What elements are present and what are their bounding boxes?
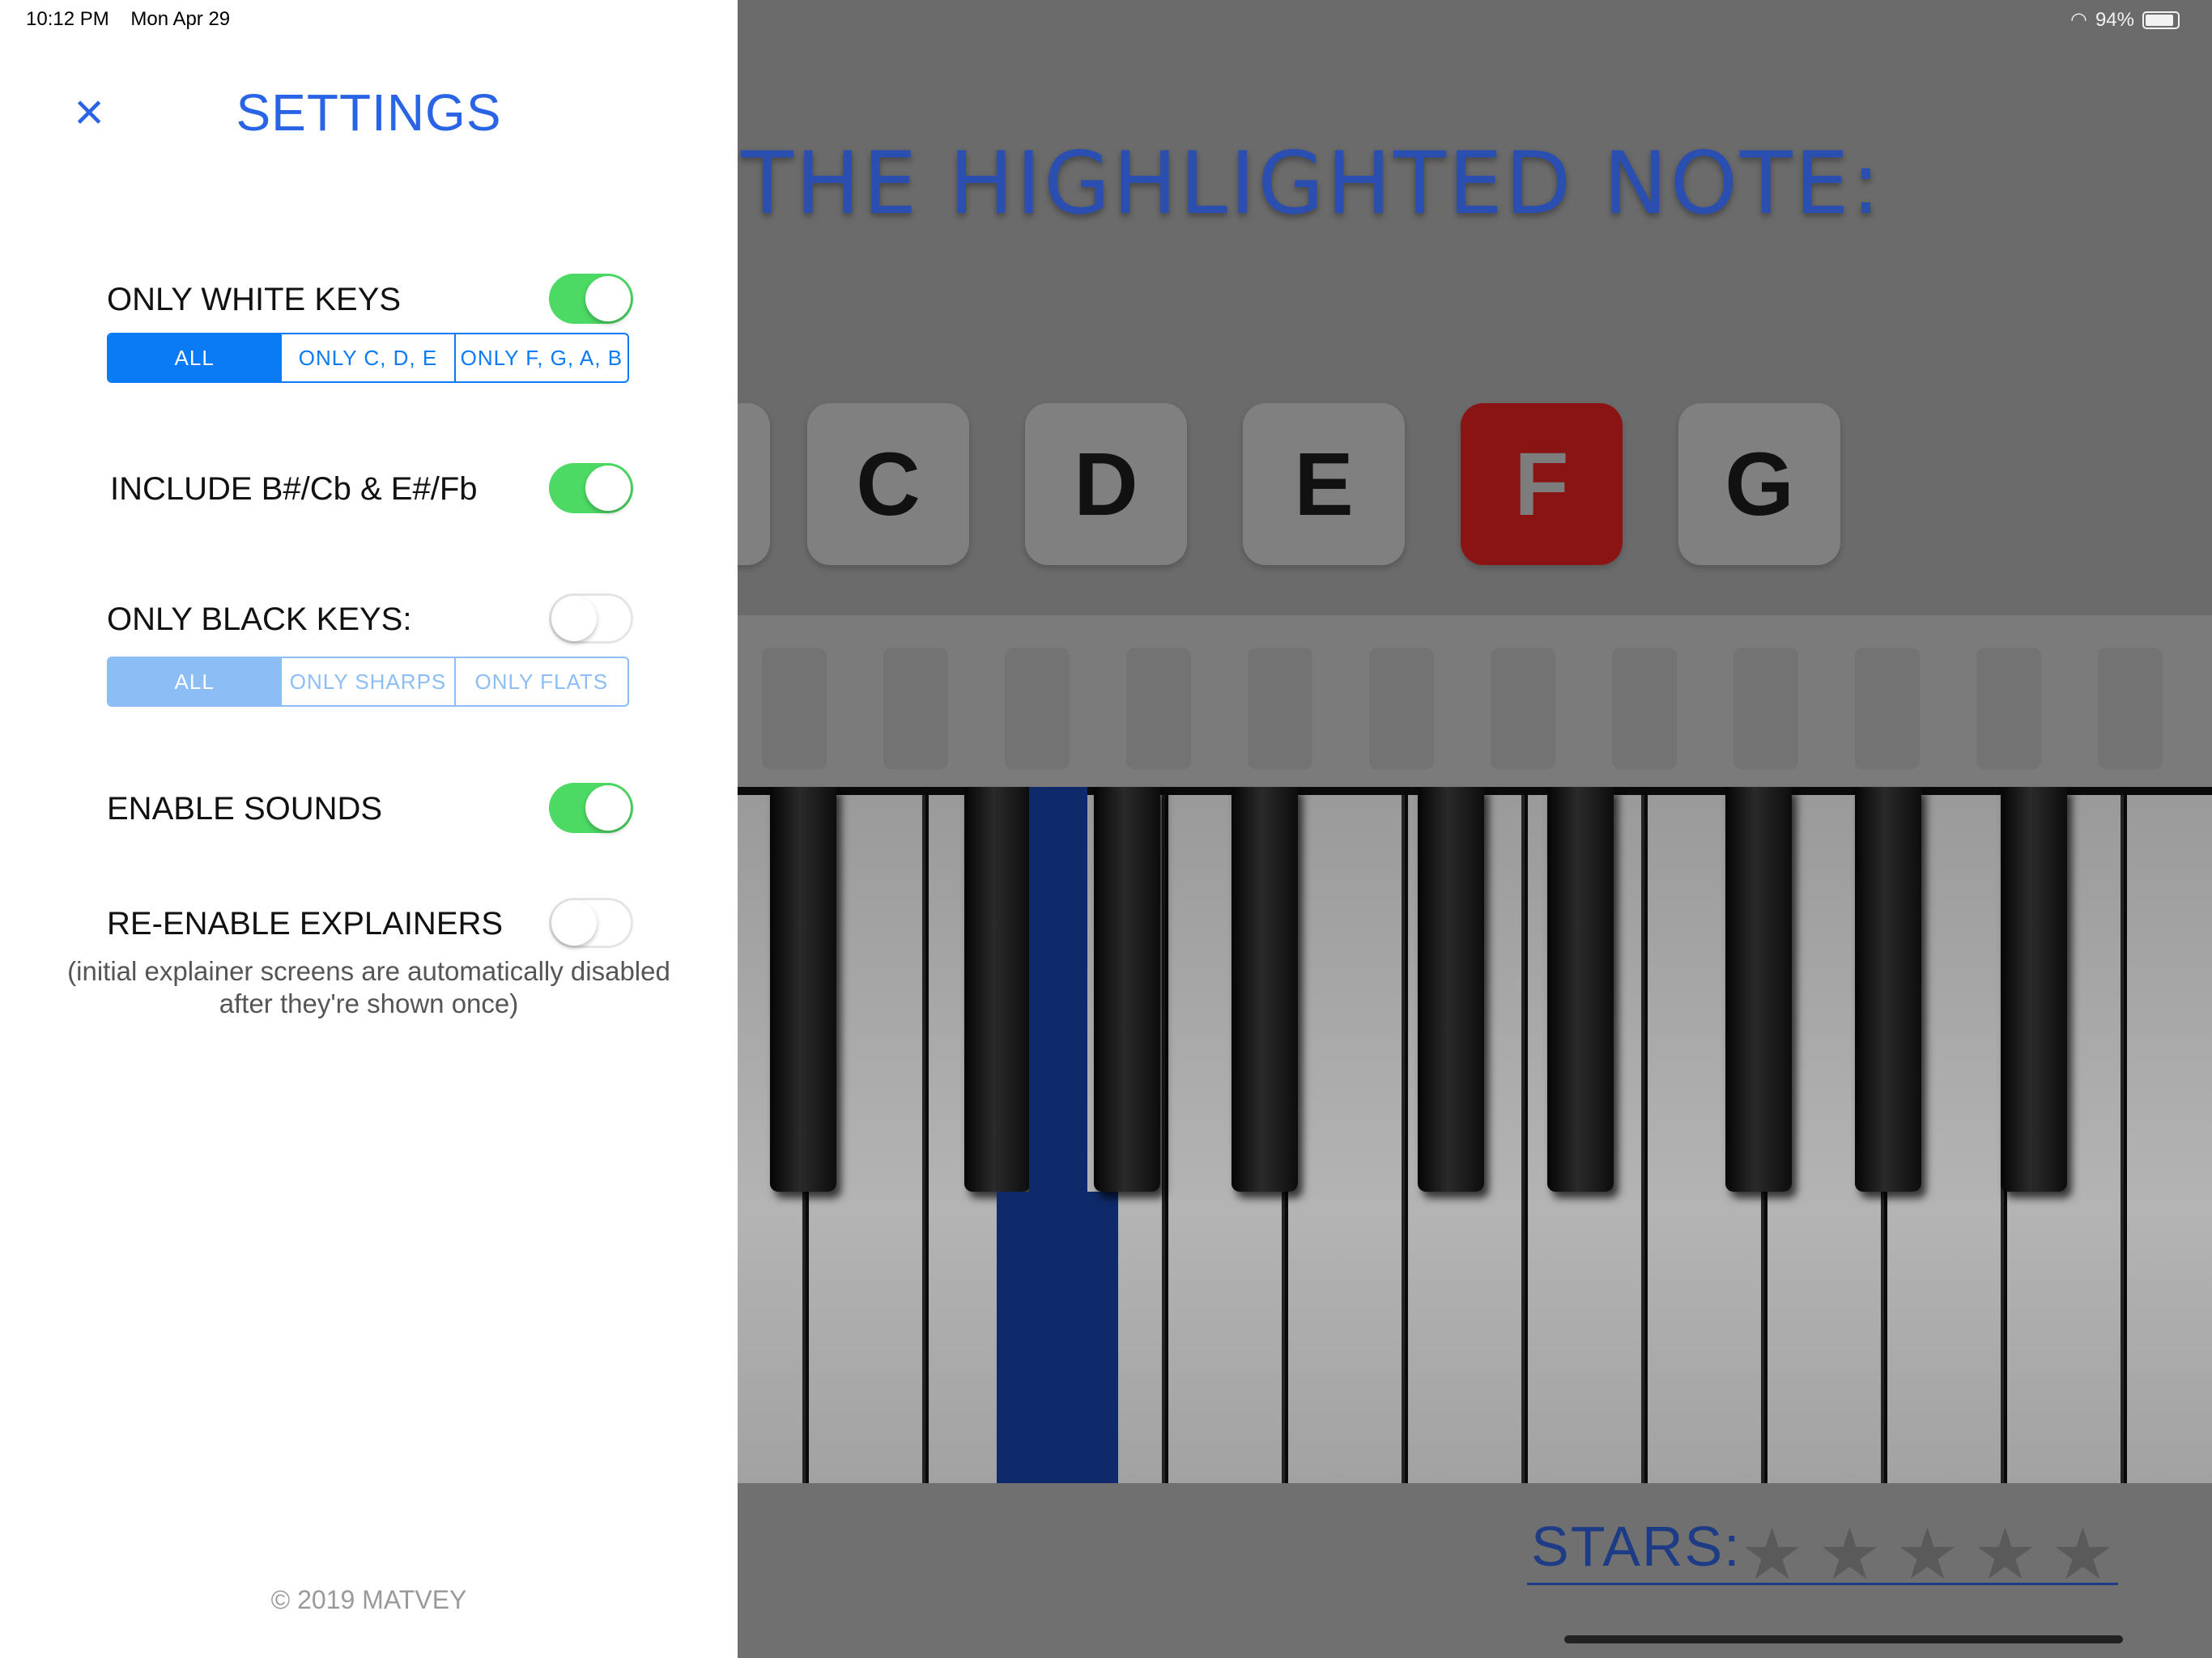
note-button-f[interactable]: F <box>1461 403 1623 565</box>
status-right: ◠ 94% <box>2070 8 2180 32</box>
explainers-note: (initial explainer screens are automatic… <box>32 955 705 1020</box>
black-key[interactable] <box>1725 787 1792 1192</box>
note-button-g[interactable]: G <box>1678 403 1840 565</box>
explainers-note-line2: after they're shown once) <box>219 988 519 1018</box>
battery-icon <box>2142 11 2180 29</box>
segment-only-fgab[interactable]: ONLY F, G, A, B <box>456 334 627 381</box>
black-keys-segmented-control[interactable]: ALL ONLY SHARPS ONLY FLATS <box>107 657 629 707</box>
only-black-keys-toggle[interactable] <box>549 593 633 644</box>
stars-underline <box>1527 1583 2118 1585</box>
black-key[interactable] <box>1547 787 1614 1192</box>
only-black-keys-label: ONLY BLACK KEYS: <box>107 602 412 637</box>
game-screen: THE HIGHLIGHTED NOTE: C D E F G STARS: ★… <box>738 0 2212 1658</box>
only-white-keys-toggle[interactable] <box>549 274 633 324</box>
segment-only-sharps[interactable]: ONLY SHARPS <box>282 658 456 705</box>
status-time: 10:12 PM <box>26 8 109 30</box>
stars-label: STARS: <box>1531 1515 1742 1578</box>
note-prompt: THE HIGHLIGHTED NOTE: <box>741 134 1883 233</box>
black-key[interactable] <box>1231 787 1298 1192</box>
include-enharmonics-label: INCLUDE B#/Cb & E#/Fb <box>110 471 478 507</box>
segment-only-flats[interactable]: ONLY FLATS <box>456 658 627 705</box>
white-key[interactable] <box>2127 795 2212 1483</box>
settings-title: SETTINGS <box>236 83 502 142</box>
black-key[interactable] <box>1855 787 1921 1192</box>
reenable-explainers-label: RE-ENABLE EXPLAINERS <box>107 906 504 942</box>
segment-all[interactable]: ALL <box>108 334 283 381</box>
note-button-e[interactable]: E <box>1243 403 1405 565</box>
segment-only-cde[interactable]: ONLY C, D, E <box>282 334 456 381</box>
black-key[interactable] <box>770 787 836 1192</box>
battery-percent: 94% <box>2095 8 2134 31</box>
black-key[interactable] <box>964 787 1031 1192</box>
piano-keyboard[interactable] <box>738 787 2212 1483</box>
settings-panel: 10:12 PM Mon Apr 29 × SETTINGS ONLY WHIT… <box>0 0 738 1658</box>
white-key[interactable] <box>1288 795 1405 1483</box>
black-key[interactable] <box>1418 787 1484 1192</box>
note-button-partial[interactable] <box>738 403 770 565</box>
black-key[interactable] <box>2001 787 2067 1192</box>
reenable-explainers-toggle[interactable] <box>549 898 633 948</box>
enable-sounds-toggle[interactable] <box>549 783 633 833</box>
status-left: 10:12 PM Mon Apr 29 <box>26 8 230 31</box>
only-white-keys-label: ONLY WHITE KEYS <box>107 282 402 317</box>
segment-all[interactable]: ALL <box>108 658 283 705</box>
explainers-note-line1: (initial explainer screens are automatic… <box>67 956 670 986</box>
enable-sounds-label: ENABLE SOUNDS <box>107 791 383 827</box>
keyboard-shadow-area <box>738 615 2212 789</box>
include-enharmonics-toggle[interactable] <box>549 463 633 513</box>
home-indicator <box>1564 1635 2123 1643</box>
wifi-icon: ◠ <box>2070 9 2087 31</box>
note-button-d[interactable]: D <box>1025 403 1187 565</box>
status-date: Mon Apr 29 <box>130 8 231 30</box>
highlighted-key[interactable] <box>997 787 1118 1483</box>
white-keys-segmented-control[interactable]: ALL ONLY C, D, E ONLY F, G, A, B <box>107 333 629 383</box>
black-key[interactable] <box>1094 787 1160 1192</box>
copyright: © 2019 MATVEY <box>270 1585 467 1614</box>
note-button-c[interactable]: C <box>807 403 969 565</box>
